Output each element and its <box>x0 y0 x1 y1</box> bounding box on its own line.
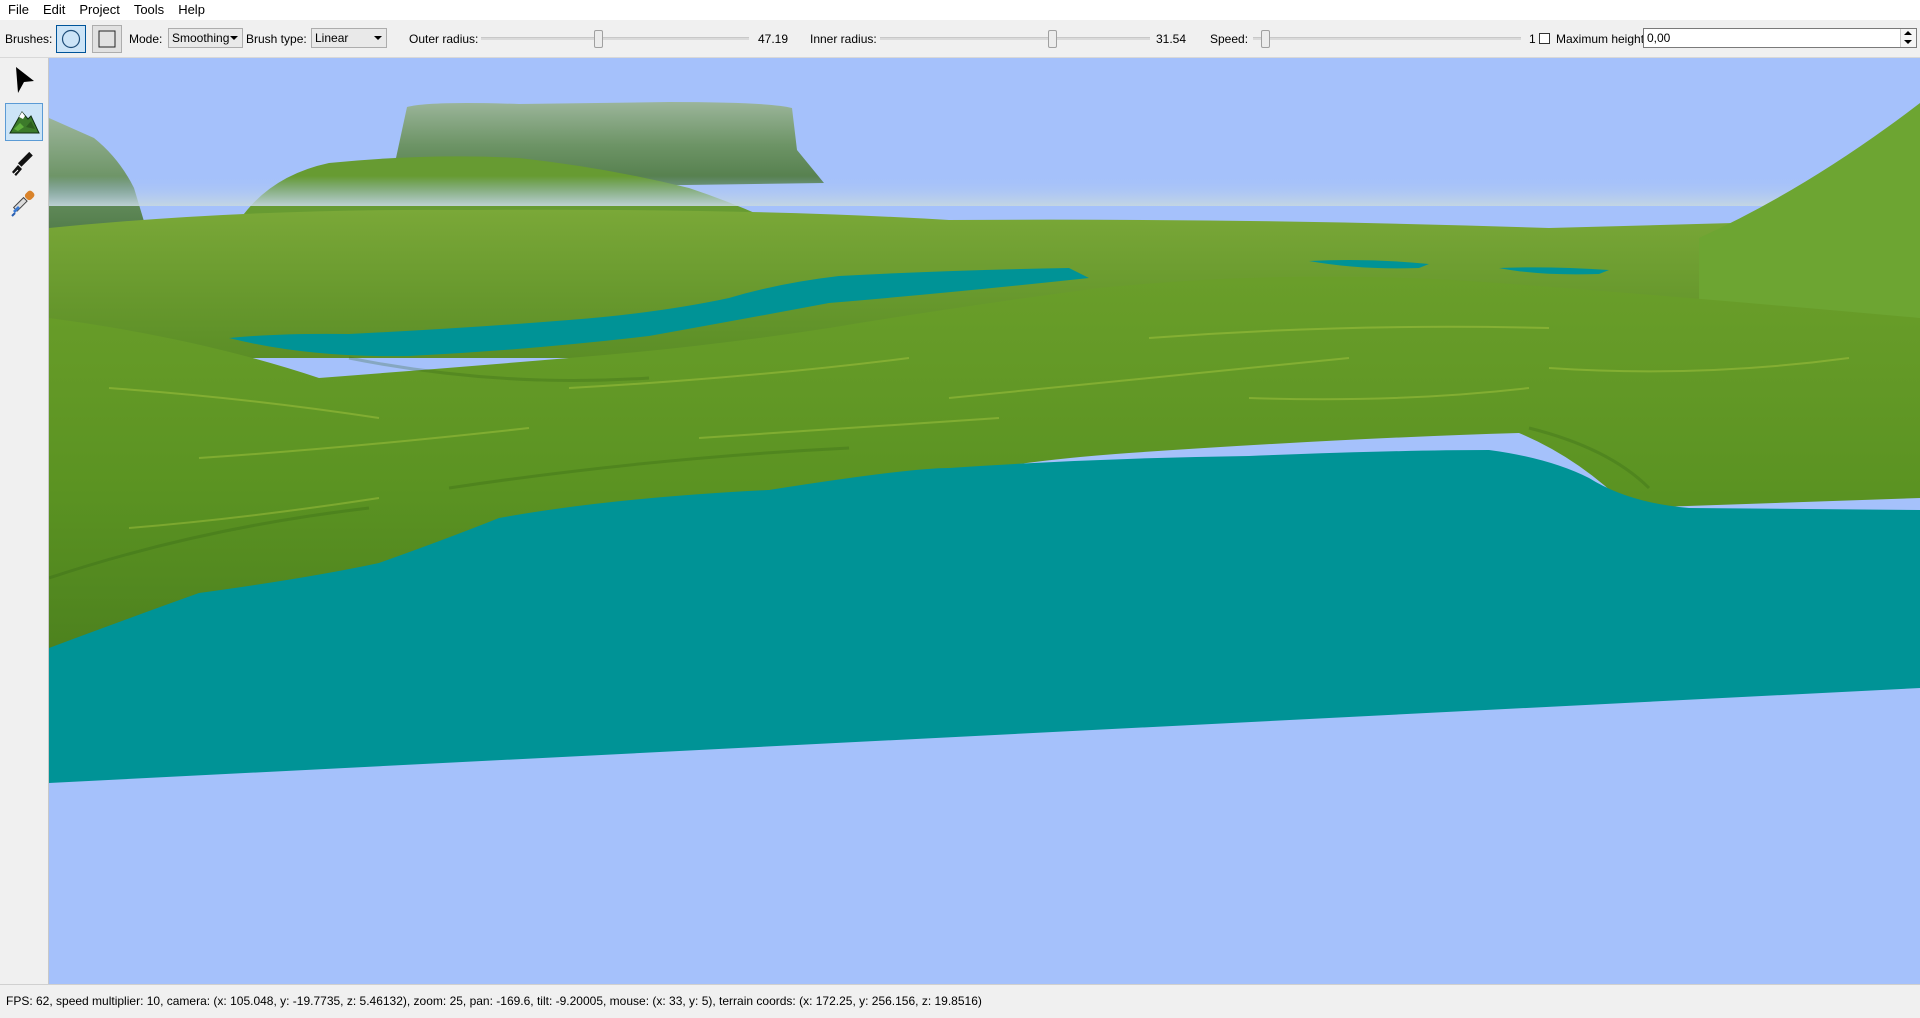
speed-slider[interactable] <box>1253 30 1521 48</box>
spin-arrows[interactable] <box>1900 29 1916 47</box>
max-height-spinbox[interactable]: 0,00 <box>1643 28 1917 48</box>
chevron-down-icon[interactable] <box>1904 40 1912 44</box>
inner-radius-value: 31.54 <box>1156 31 1187 46</box>
menu-file[interactable]: File <box>0 0 36 20</box>
slider-handle[interactable] <box>593 30 603 48</box>
status-text: FPS: 62, speed multiplier: 10, camera: (… <box>6 994 982 1008</box>
brushes-label: Brushes: <box>5 31 53 46</box>
chevron-up-icon[interactable] <box>1904 31 1912 35</box>
menu-bar: File Edit Project Tools Help <box>0 0 1920 20</box>
mountain-icon <box>9 111 40 134</box>
menu-edit[interactable]: Edit <box>36 0 72 20</box>
chevron-down-icon <box>230 36 238 40</box>
circle-brush-button[interactable] <box>56 25 86 53</box>
chevron-down-icon <box>374 36 382 40</box>
slider-groove <box>1253 37 1521 40</box>
eyedropper-icon <box>11 190 35 217</box>
brush-type-select[interactable]: Linear <box>311 28 387 48</box>
mode-label: Mode: <box>129 31 163 46</box>
eyedropper-tool-button[interactable] <box>5 185 43 223</box>
status-bar: FPS: 62, speed multiplier: 10, camera: (… <box>0 984 1920 1017</box>
max-height-label: Maximum height: <box>1556 31 1648 46</box>
outer-radius-slider[interactable] <box>481 30 749 48</box>
outer-radius-label: Outer radius: <box>409 31 479 46</box>
terrain-tool-button[interactable] <box>5 103 43 141</box>
paintbrush-icon <box>12 151 33 176</box>
mode-select-value: Smoothing <box>172 31 230 45</box>
slider-groove <box>880 37 1150 40</box>
max-height-checkbox[interactable] <box>1539 33 1550 44</box>
terrain-scene <box>49 58 1920 984</box>
circle-icon <box>61 29 81 49</box>
inner-radius-slider[interactable] <box>880 30 1150 48</box>
menu-tools[interactable]: Tools <box>127 0 171 20</box>
brush-type-select-value: Linear <box>315 31 349 45</box>
brush-toolbar: Brushes: Mode: Smoothing Brush type: Lin… <box>0 20 1920 58</box>
inner-radius-label: Inner radius: <box>810 31 877 46</box>
max-height-value: 0,00 <box>1647 31 1671 45</box>
brush-type-label: Brush type: <box>246 31 307 46</box>
menu-help[interactable]: Help <box>171 0 212 20</box>
tool-panel <box>0 58 49 984</box>
terrain-viewport[interactable] <box>49 58 1920 984</box>
mode-select[interactable]: Smoothing <box>168 28 243 48</box>
slider-groove <box>481 37 749 40</box>
arrow-cursor-icon <box>16 67 34 93</box>
slider-handle[interactable] <box>1047 30 1057 48</box>
menu-project[interactable]: Project <box>72 0 126 20</box>
speed-value: 1 <box>1529 31 1536 46</box>
slider-handle[interactable] <box>1261 30 1271 48</box>
select-tool-button[interactable] <box>5 61 43 99</box>
speed-label: Speed: <box>1210 31 1249 46</box>
square-icon <box>98 30 116 48</box>
paint-tool-button[interactable] <box>5 144 43 182</box>
square-brush-button[interactable] <box>92 25 122 53</box>
outer-radius-value: 47.19 <box>758 31 789 46</box>
